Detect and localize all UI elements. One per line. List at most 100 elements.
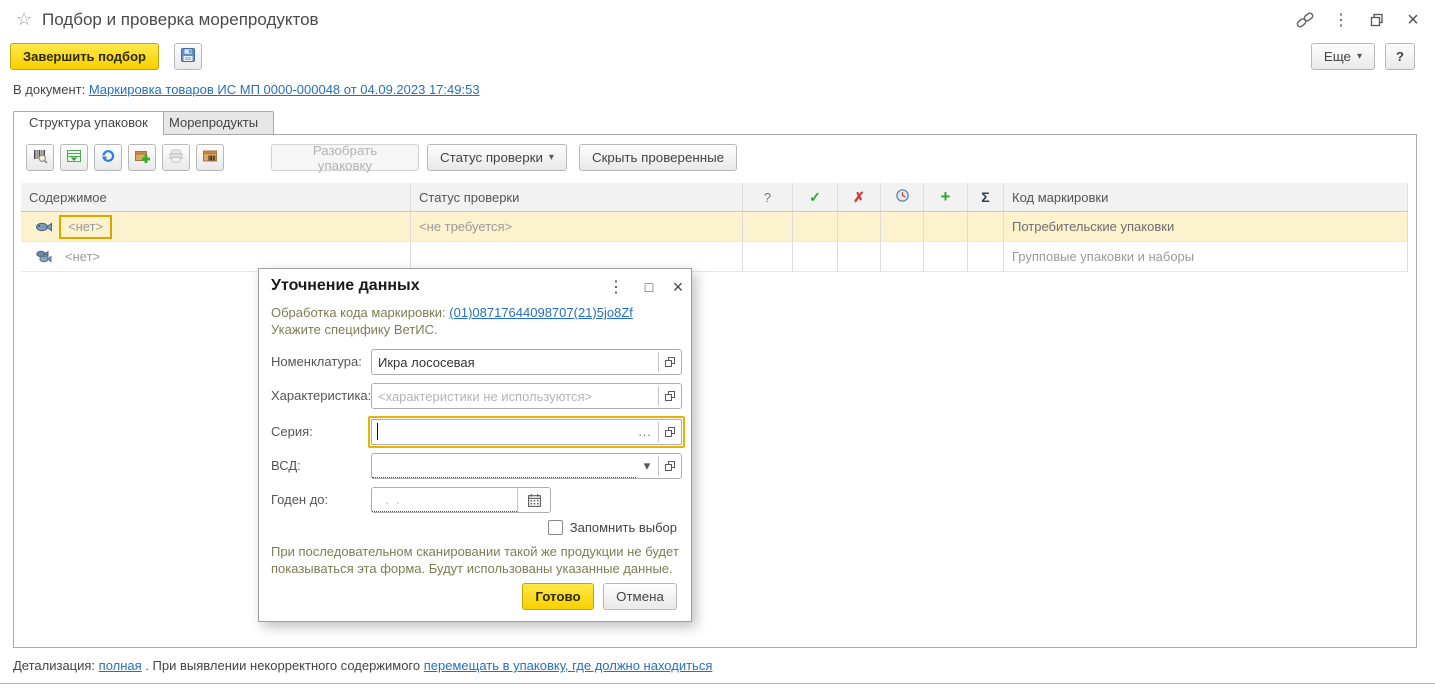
detail-middle-text: . При выявлении некорректного содержимог… — [145, 658, 424, 673]
processing-label: Обработка кода маркировки: — [271, 305, 446, 320]
hide-checked-button[interactable]: Скрыть проверенные — [578, 144, 738, 171]
cell-content[interactable]: <нет> — [21, 242, 411, 271]
fish-group-icon — [35, 249, 55, 264]
table-row[interactable]: <нет> <не требуется> Потребительские упа… — [21, 212, 1408, 242]
chevron-down-icon: ▾ — [1356, 51, 1362, 62]
finish-selection-button[interactable]: Завершить подбор — [10, 43, 159, 70]
cell-pending[interactable] — [881, 212, 924, 241]
selected-cell-value[interactable]: <нет> — [59, 214, 113, 239]
data-clarification-dialog: Уточнение данных ⋮ □ × Обработка кода ма… — [258, 268, 692, 622]
characteristic-field — [371, 383, 682, 409]
column-header-pending[interactable] — [881, 183, 924, 211]
clock-icon — [895, 188, 910, 206]
vsd-label: ВСД: — [271, 458, 301, 473]
characteristic-input[interactable] — [372, 384, 658, 408]
disassemble-package-button[interactable]: Разобрать упаковку — [271, 143, 419, 173]
nomenclature-input[interactable] — [372, 350, 658, 374]
dialog-close-icon[interactable]: × — [669, 277, 687, 297]
series-choose-button[interactable]: ... — [632, 420, 658, 444]
refresh-button[interactable] — [94, 144, 122, 171]
add-package-button[interactable] — [128, 144, 156, 171]
vsd-dropdown-icon[interactable]: ▾ — [636, 454, 658, 478]
marking-code-link[interactable]: (01)08717644098707(21)5jo8Zf — [449, 305, 633, 320]
dialog-more-icon[interactable]: ⋮ — [607, 278, 625, 296]
open-nomenclature-icon[interactable] — [659, 350, 681, 374]
tab-packing-structure[interactable]: Структура упаковок — [13, 111, 164, 135]
series-label: Серия: — [271, 424, 313, 439]
page-title: Подбор и проверка морепродуктов — [42, 10, 319, 29]
nomenclature-label: Номенклатура: — [271, 354, 362, 369]
close-window-icon[interactable]: × — [1403, 10, 1423, 30]
table-row[interactable]: <нет> Групповые упаковки и наборы — [21, 242, 1408, 272]
cell-marking-code[interactable]: Потребительские упаковки — [1004, 212, 1408, 241]
package-barcode-button[interactable] — [196, 144, 224, 171]
refresh-icon — [100, 148, 116, 167]
plus-icon[interactable]: + — [941, 187, 951, 207]
expiry-field — [371, 487, 551, 513]
save-button[interactable] — [174, 43, 202, 70]
tab-seafood[interactable]: Морепродукты — [153, 111, 275, 134]
cell-marking-code[interactable]: Групповые упаковки и наборы — [1004, 242, 1408, 271]
cell-status[interactable] — [411, 242, 743, 271]
add-package-icon — [134, 148, 150, 167]
open-vsd-icon[interactable] — [659, 454, 681, 478]
cell-sum[interactable] — [968, 212, 1004, 241]
vsd-input[interactable] — [372, 454, 636, 477]
more-menu-icon[interactable]: ⋮ — [1331, 10, 1351, 30]
print-button[interactable] — [162, 144, 190, 171]
column-header-content[interactable]: Содержимое — [21, 183, 411, 211]
cell-question[interactable] — [743, 242, 793, 271]
help-button[interactable]: ? — [1385, 43, 1415, 70]
open-series-icon[interactable] — [659, 420, 681, 444]
calendar-icon[interactable] — [517, 488, 550, 512]
done-button[interactable]: Готово — [522, 583, 594, 610]
cell-sum[interactable] — [968, 242, 1004, 271]
cell-cross[interactable] — [838, 242, 881, 271]
expiry-input[interactable] — [372, 488, 517, 511]
sum-icon[interactable]: Σ — [981, 189, 989, 205]
characteristic-label: Характеристика: — [271, 388, 372, 403]
cell-status[interactable]: <не требуется> — [411, 212, 743, 241]
fill-table-button[interactable] — [60, 144, 88, 171]
detail-mode-link[interactable]: полная — [99, 658, 142, 673]
open-characteristic-icon[interactable] — [659, 384, 681, 408]
column-header-status[interactable]: Статус проверки — [411, 183, 743, 211]
restore-window-icon[interactable] — [1367, 10, 1387, 30]
cell-check[interactable] — [793, 212, 838, 241]
cell-pending[interactable] — [881, 242, 924, 271]
column-header-marking-code[interactable]: Код маркировки — [1004, 183, 1408, 211]
window-border — [0, 683, 1435, 684]
cross-icon[interactable]: ✗ — [853, 189, 865, 206]
vsd-field: ▾ — [371, 453, 682, 479]
cell-value[interactable]: <нет> — [65, 249, 100, 264]
more-button[interactable]: Еще ▾ — [1310, 43, 1375, 70]
document-link[interactable]: Маркировка товаров ИС МП 0000-000048 от … — [89, 82, 480, 97]
expiry-label: Годен до: — [271, 492, 329, 507]
save-icon — [180, 47, 196, 66]
cell-content[interactable]: <нет> — [21, 212, 411, 241]
packing-structure-panel: Разобрать упаковку Статус проверки ▾ Скр… — [13, 134, 1417, 648]
package-barcode-icon — [202, 148, 218, 167]
column-header-question[interactable]: ? — [743, 183, 793, 211]
check-icon[interactable]: ✓ — [809, 189, 821, 206]
cancel-button[interactable]: Отмена — [603, 583, 677, 610]
dialog-hint-text: При последовательном сканировании такой … — [271, 544, 679, 576]
check-status-button[interactable]: Статус проверки ▾ — [427, 144, 567, 171]
cell-plus[interactable] — [924, 212, 968, 241]
cell-check[interactable] — [793, 242, 838, 271]
favorite-star-icon[interactable]: ☆ — [16, 9, 32, 30]
cell-cross[interactable] — [838, 212, 881, 241]
instruction-text: Укажите специфику ВетИС. — [271, 322, 438, 337]
check-status-label: Статус проверки — [440, 150, 543, 165]
cell-question[interactable] — [743, 212, 793, 241]
remember-checkbox-label: Запомнить выбор — [569, 520, 677, 535]
series-input[interactable] — [372, 420, 632, 444]
link-icon[interactable] — [1295, 10, 1315, 30]
scan-barcode-button[interactable] — [26, 144, 54, 171]
fill-table-icon — [66, 148, 82, 167]
series-field-focused: ... — [368, 416, 685, 448]
move-to-package-link[interactable]: перемещать в упаковку, где должно находи… — [424, 658, 713, 673]
remember-checkbox[interactable] — [547, 520, 563, 535]
cell-plus[interactable] — [924, 242, 968, 271]
dialog-maximize-icon[interactable]: □ — [640, 278, 658, 296]
